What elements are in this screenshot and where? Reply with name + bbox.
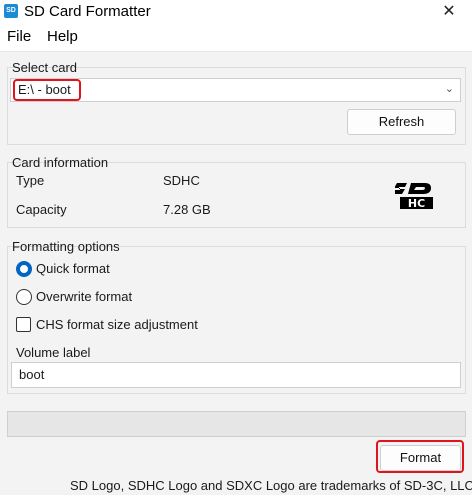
chs-adjustment-label[interactable]: CHS format size adjustment xyxy=(36,317,198,332)
trademark-footer: SD Logo, SDHC Logo and SDXC Logo are tra… xyxy=(70,478,472,493)
overwrite-format-label[interactable]: Overwrite format xyxy=(36,289,132,304)
type-label: Type xyxy=(16,173,45,188)
title-bar: SD SD Card Formatter ✕ xyxy=(0,0,472,24)
capacity-value: 7.28 GB xyxy=(163,202,211,217)
card-info-label: Card information xyxy=(12,155,109,170)
menu-help[interactable]: Help xyxy=(47,28,78,45)
svg-text:HC: HC xyxy=(408,197,425,210)
menu-file[interactable]: File xyxy=(7,28,31,45)
card-select-value: E:\ - boot xyxy=(18,82,71,97)
type-value: SDHC xyxy=(163,173,200,188)
chevron-down-icon: ⌄ xyxy=(444,83,454,95)
quick-format-radio[interactable] xyxy=(16,261,32,277)
sd-card-icon: SD xyxy=(4,4,18,18)
chs-adjustment-checkbox[interactable] xyxy=(16,317,31,332)
progress-bar xyxy=(7,411,466,437)
close-button[interactable]: ✕ xyxy=(426,0,472,24)
volume-label-input[interactable]: boot xyxy=(11,362,461,388)
card-select[interactable]: E:\ - boot ⌄ xyxy=(10,78,461,102)
volume-label-caption: Volume label xyxy=(16,345,91,360)
formatting-options-label: Formatting options xyxy=(12,239,120,254)
menu-bar: File Help xyxy=(0,24,472,52)
refresh-button[interactable]: Refresh xyxy=(347,109,456,135)
sdhc-logo: HC xyxy=(395,183,433,210)
select-card-label: Select card xyxy=(12,60,78,75)
window-title: SD Card Formatter xyxy=(24,3,151,20)
capacity-label: Capacity xyxy=(16,202,67,217)
volume-label-value: boot xyxy=(19,367,45,382)
format-button[interactable]: Format xyxy=(380,445,461,471)
quick-format-label[interactable]: Quick format xyxy=(36,261,110,276)
overwrite-format-radio[interactable] xyxy=(16,289,32,305)
